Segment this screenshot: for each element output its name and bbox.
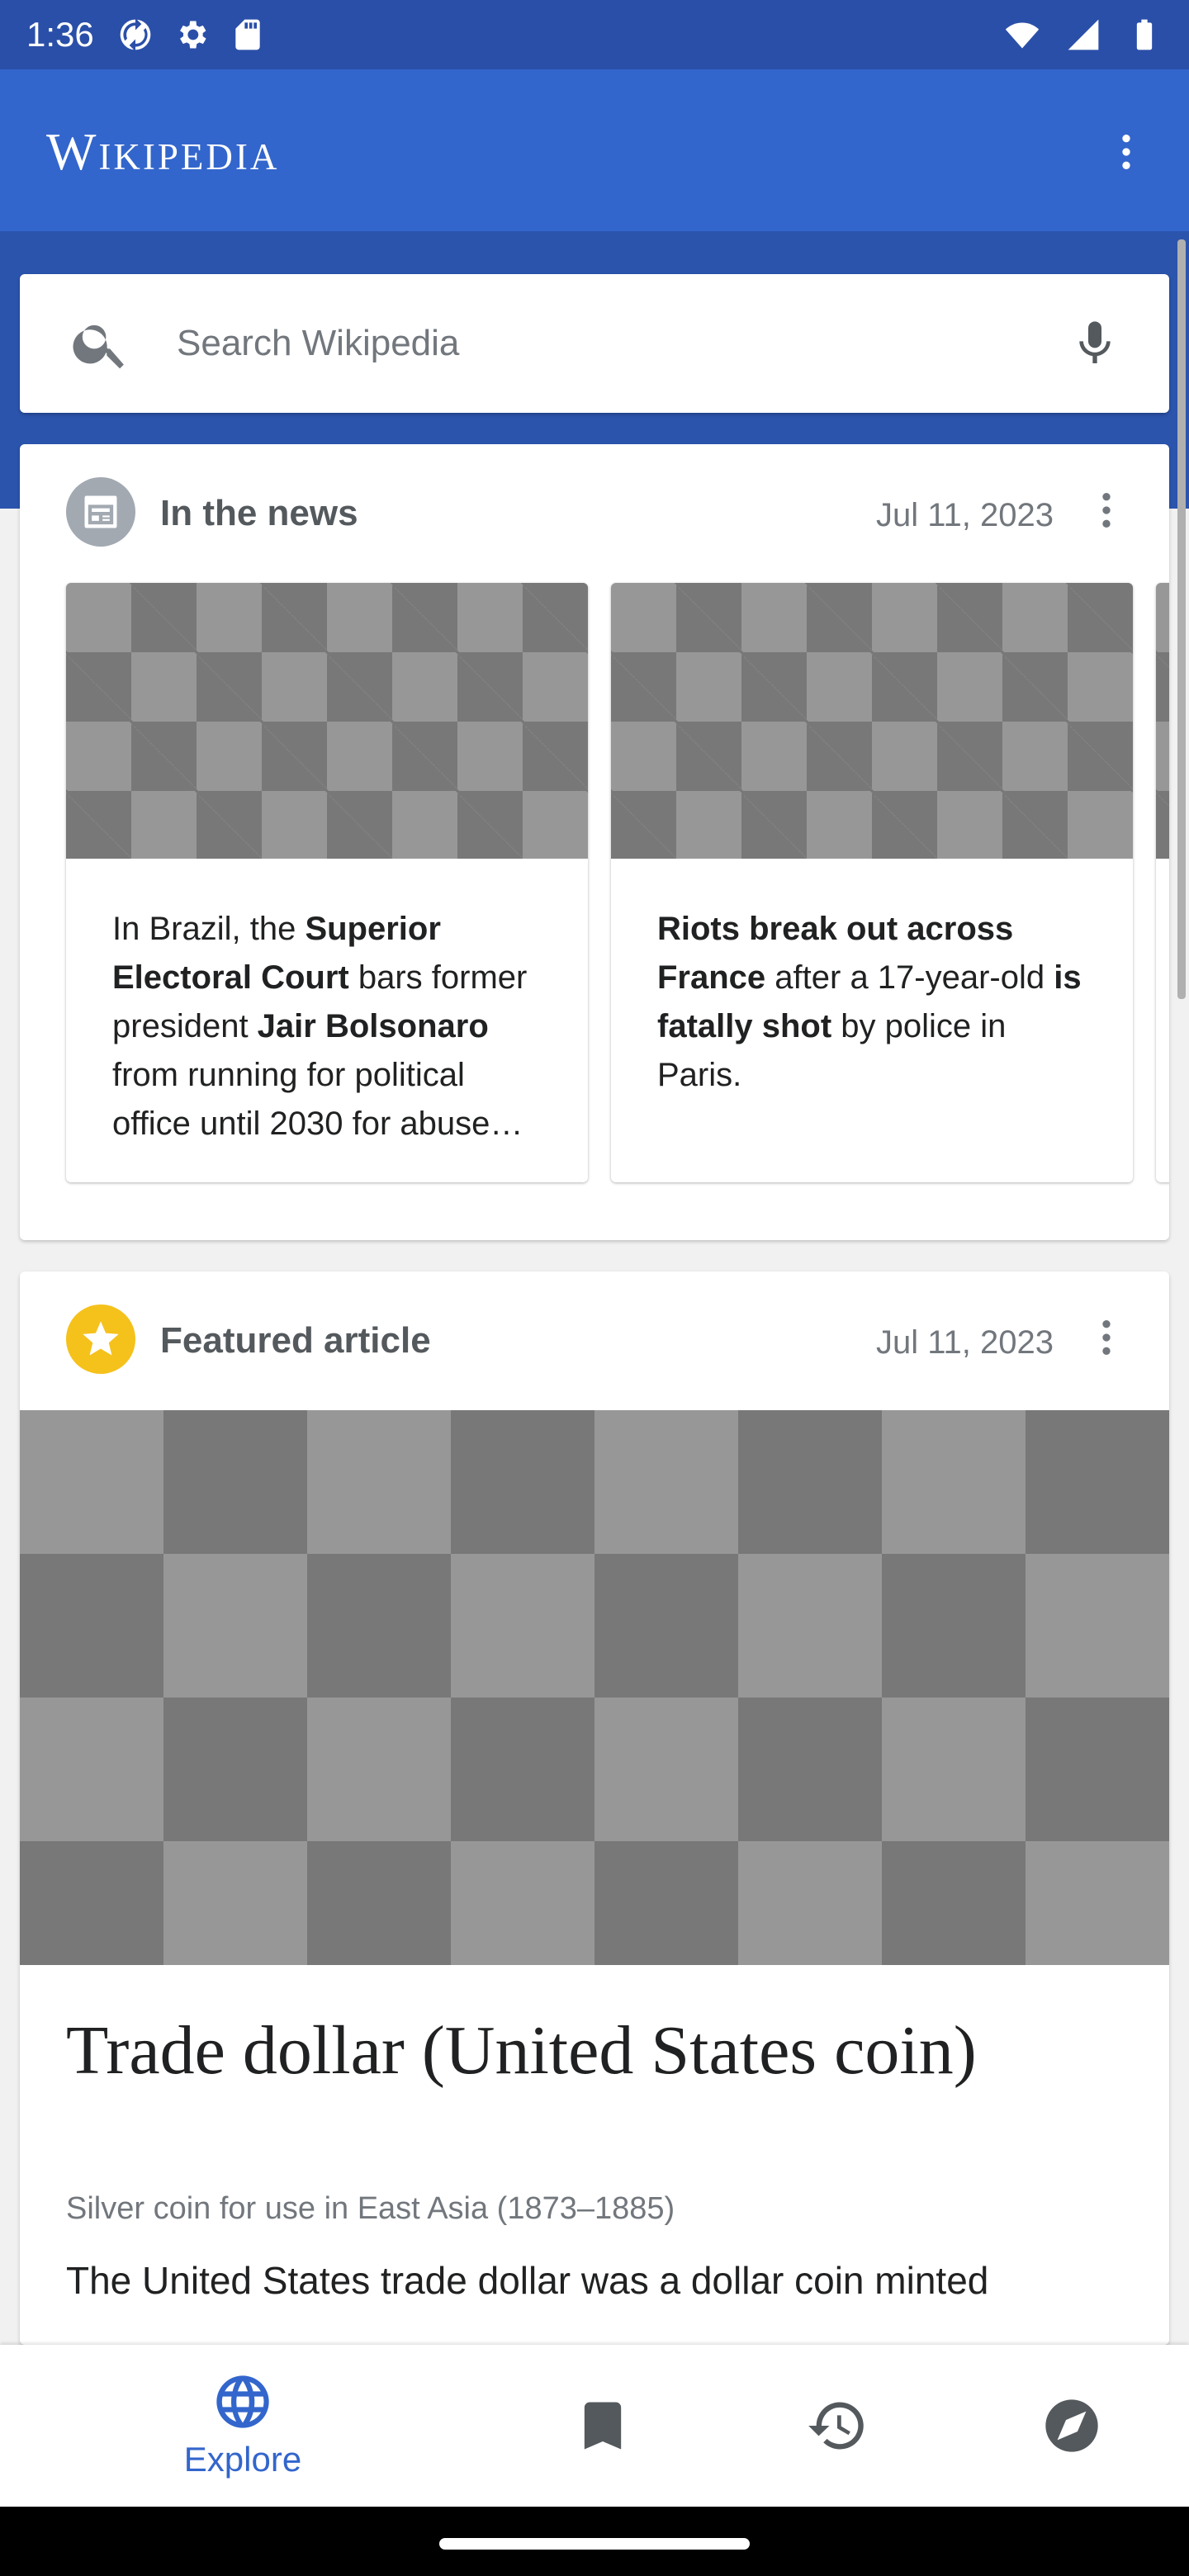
featured-image <box>20 1410 1169 1965</box>
news-thumbnail <box>66 583 588 859</box>
news-text-part: In Brazil, the <box>112 911 306 947</box>
card-date: Jul 11, 2023 <box>876 1324 1054 1361</box>
article-extract: The United States trade dollar was a dol… <box>66 2259 989 2302</box>
featured-article-card[interactable]: Featured article Jul 11, 2023 Trade doll… <box>20 1271 1169 2345</box>
more-vert-icon <box>1102 493 1111 528</box>
search-icon <box>59 302 142 385</box>
news-item[interactable]: Riots break out across France after a 17… <box>611 583 1133 1182</box>
compass-icon <box>1045 2399 1098 2452</box>
more-options-button[interactable] <box>1097 122 1156 182</box>
card-title: In the news <box>160 493 358 533</box>
nav-explore[interactable]: Explore <box>144 2345 342 2507</box>
bookmark-icon <box>584 2402 622 2450</box>
sd-card-icon <box>228 15 268 54</box>
more-vert-icon <box>1122 135 1130 169</box>
search-bar[interactable]: Search Wikipedia <box>20 274 1169 413</box>
microphone-icon <box>1079 321 1111 363</box>
status-time: 1:36 <box>26 15 94 54</box>
article-title: Trade dollar (United States coin) <box>66 2012 977 2089</box>
history-icon <box>808 2402 864 2450</box>
news-item[interactable] <box>1156 583 1169 1182</box>
news-icon <box>66 477 135 547</box>
nav-explore-label: Explore <box>183 2440 302 2479</box>
status-bar: 1:36 <box>0 0 1189 69</box>
more-vert-icon <box>1102 1320 1111 1355</box>
nav-saved[interactable] <box>504 2345 702 2507</box>
sync-icon <box>116 15 155 54</box>
card-header: Featured article Jul 11, 2023 <box>20 1271 1169 1404</box>
wifi-icon <box>1002 15 1042 54</box>
voice-search-button[interactable] <box>1054 302 1136 385</box>
search-input[interactable]: Search Wikipedia <box>177 320 459 367</box>
star-icon <box>66 1305 135 1374</box>
card-date: Jul 11, 2023 <box>876 497 1054 533</box>
article-description: Silver coin for use in East Asia (1873–1… <box>66 2191 675 2226</box>
globe-icon <box>216 2375 269 2428</box>
home-gesture-handle[interactable] <box>439 2538 750 2550</box>
news-text: Riots break out across France after a 17… <box>657 905 1095 1100</box>
news-text: In Brazil, the Superior Electoral Court … <box>112 905 550 1148</box>
card-title: Featured article <box>160 1320 431 1361</box>
card-menu-button[interactable] <box>1077 1308 1136 1367</box>
news-thumbnail <box>1156 583 1169 859</box>
signal-icon <box>1063 15 1103 54</box>
scrollbar[interactable] <box>1177 239 1186 999</box>
battery-icon <box>1125 15 1164 54</box>
in-the-news-card[interactable]: In the news Jul 11, 2023 In Brazil, the … <box>20 444 1169 1240</box>
card-header: In the news Jul 11, 2023 <box>20 444 1169 576</box>
news-item[interactable]: In Brazil, the Superior Electoral Court … <box>66 583 588 1182</box>
news-thumbnail <box>611 583 1133 859</box>
card-menu-button[interactable] <box>1077 481 1136 540</box>
settings-icon <box>172 15 211 54</box>
gesture-bar <box>0 2507 1189 2576</box>
app-bar: Wikipedia <box>0 69 1189 231</box>
news-text-part: after a 17-year-old <box>765 959 1054 996</box>
news-text-bold: Jair Bolsonaro <box>257 1008 489 1044</box>
news-text-part: from running for political office until … <box>112 1057 523 1142</box>
bottom-navigation: Explore <box>0 2345 1189 2507</box>
wikipedia-logo: Wikipedia <box>46 122 280 181</box>
nav-history[interactable] <box>738 2345 936 2507</box>
nav-suggested-edits[interactable] <box>973 2345 1171 2507</box>
